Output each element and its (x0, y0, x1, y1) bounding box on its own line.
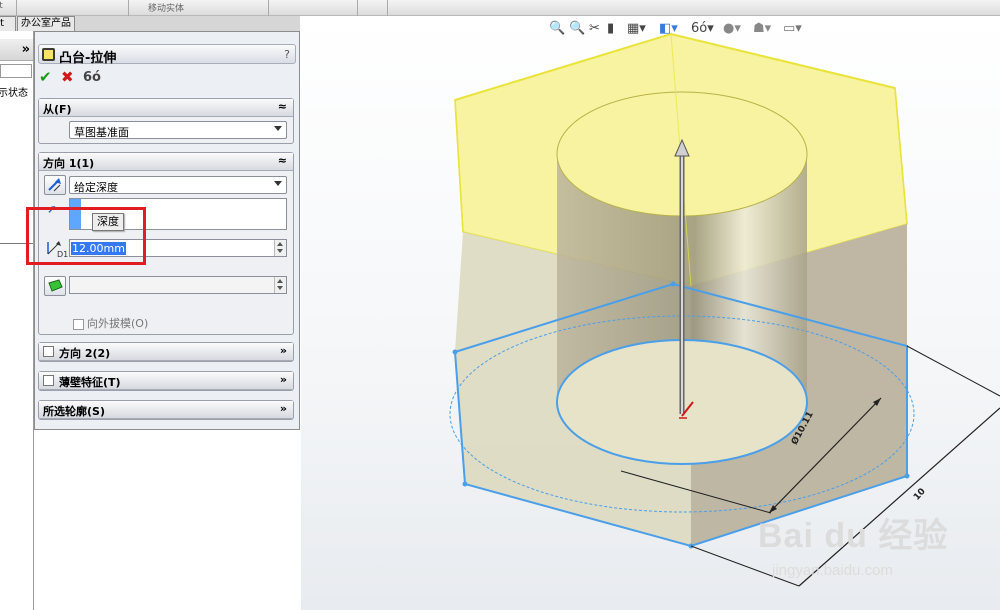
thin-feature-label: 薄壁特征(T) (59, 376, 121, 389)
thin-feature-group: 薄壁特征(T) » (38, 371, 294, 391)
draft-outward-label: 向外拔模(O) (87, 317, 149, 330)
strip-header: » (0, 39, 33, 61)
toolbar-item-left[interactable]: ort (0, 1, 3, 11)
expand-chevron-icon[interactable]: » (22, 42, 30, 57)
start-condition-value: 草图基准面 (74, 126, 129, 139)
tab-office-products[interactable]: 办公室产品 (17, 16, 75, 31)
direction1-label: 方向 1(1) (43, 157, 95, 170)
preview-glasses-icon[interactable]: 6ó (83, 70, 101, 85)
draft-icon (48, 279, 63, 292)
from-group-header[interactable]: 从(F) ≈ (39, 99, 293, 117)
cancel-x-icon[interactable]: ✖ (61, 68, 74, 86)
start-condition-select[interactable]: 草图基准面 (69, 121, 287, 139)
direction2-checkbox[interactable] (43, 346, 54, 357)
expand-icon[interactable]: » (280, 373, 287, 386)
graphics-viewport[interactable]: 🔍 🔍 ✂ ▮ ▦▾ ◧▾ 6ó▾ ●▾ ☗▾ ▭▾ Ø10.11 10 (301, 16, 1000, 610)
expand-icon[interactable]: » (280, 344, 287, 357)
property-manager-titlebar: 凸台-拉伸 ? (38, 44, 296, 66)
collapse-icon[interactable]: ≈ (278, 154, 287, 167)
feature-tree-strip: » 示状态 (0, 31, 34, 610)
chevron-down-icon (274, 181, 282, 186)
selected-contours-label: 所选轮廓(S) (43, 405, 105, 418)
model-preview (449, 32, 1000, 587)
draft-angle-input[interactable] (69, 276, 287, 294)
thin-feature-checkbox[interactable] (43, 375, 54, 386)
spin-arrows-icon[interactable] (274, 240, 286, 256)
thin-feature-group-header[interactable]: 薄壁特征(T) » (39, 372, 293, 390)
selected-contours-group-header[interactable]: 所选轮廓(S) » (39, 401, 293, 419)
from-group: 从(F) ≈ 草图基准面 (38, 98, 294, 144)
direction2-group-header[interactable]: 方向 2(2) » (39, 343, 293, 361)
direction1-group-header[interactable]: 方向 1(1) ≈ (39, 153, 293, 171)
ok-check-icon[interactable]: ✔ (39, 68, 52, 86)
draft-outward-checkbox[interactable]: 向外拔模(O) (73, 315, 148, 331)
page-title: 凸台-拉伸 (59, 51, 117, 66)
move-body-button[interactable]: 移动实体 (148, 1, 184, 14)
help-icon[interactable]: ? (284, 48, 290, 61)
spin-arrows-icon[interactable] (274, 277, 286, 293)
end-condition-value: 给定深度 (74, 181, 118, 194)
end-condition-select[interactable]: 给定深度 (69, 176, 287, 194)
direction2-group: 方向 2(2) » (38, 342, 294, 362)
reverse-direction-icon (48, 178, 61, 192)
chevron-down-icon (274, 126, 282, 131)
expand-icon[interactable]: » (280, 402, 287, 415)
draft-toggle-button[interactable] (44, 276, 66, 296)
top-toolbar: ort 移动实体 (0, 0, 1000, 16)
highlight-box (26, 207, 146, 265)
tab-partial[interactable]: rt (0, 16, 16, 31)
boss-extrude-icon (42, 48, 55, 61)
filter-input[interactable] (0, 64, 32, 78)
display-state-label: 示状态 (0, 88, 28, 99)
from-group-label: 从(F) (43, 103, 72, 116)
checkbox-icon[interactable] (73, 318, 84, 330)
direction2-label: 方向 2(2) (59, 347, 111, 360)
reverse-direction-button[interactable] (44, 175, 66, 195)
selected-contours-group: 所选轮廓(S) » (38, 400, 294, 420)
collapse-icon[interactable]: ≈ (278, 100, 287, 113)
command-tabs: rt 办公室产品 (0, 16, 300, 31)
